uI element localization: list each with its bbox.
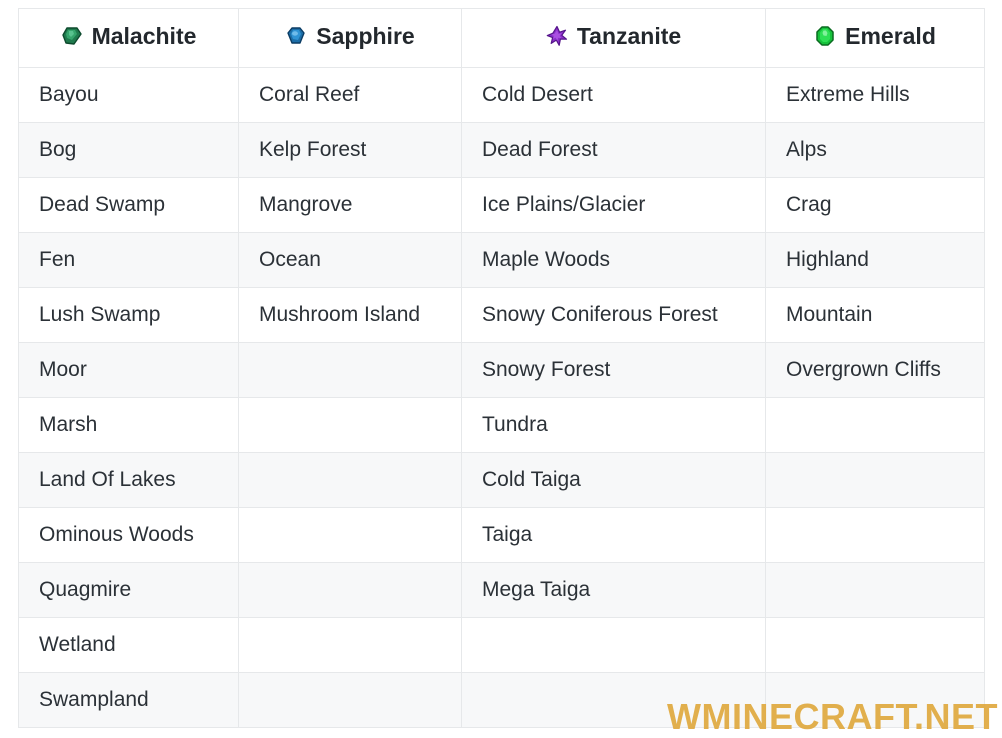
- table-cell: Alps: [765, 122, 985, 178]
- table-cell: [765, 507, 985, 563]
- table-row: Ominous Woods Taiga: [18, 507, 985, 563]
- table-cell: Snowy Coniferous Forest: [461, 287, 766, 343]
- table-header-row: Malachite Sapphire Tanzanite Emerald: [18, 8, 985, 68]
- table-row: Marsh Tundra: [18, 397, 985, 453]
- table-cell: Mega Taiga: [461, 562, 766, 618]
- column-header-label: Emerald: [845, 22, 936, 49]
- column-header-emerald[interactable]: Emerald: [765, 8, 985, 68]
- column-header-label: Malachite: [91, 22, 197, 49]
- table-cell: Crag: [765, 177, 985, 233]
- table-cell: [461, 617, 766, 673]
- biome-gem-table: Malachite Sapphire Tanzanite Emerald Bay…: [18, 8, 985, 728]
- table-cell: Fen: [18, 232, 239, 288]
- table-cell: [238, 507, 462, 563]
- table-body: Bayou Coral Reef Cold Desert Extreme Hil…: [18, 67, 985, 728]
- table-cell: [238, 342, 462, 398]
- table-cell: Ice Plains/Glacier: [461, 177, 766, 233]
- tanzanite-gem-icon: [546, 25, 568, 47]
- table-row: Bog Kelp Forest Dead Forest Alps: [18, 122, 985, 178]
- table-cell: [765, 452, 985, 508]
- table-cell: Maple Woods: [461, 232, 766, 288]
- emerald-gem-icon: [814, 25, 836, 47]
- table-cell: Land Of Lakes: [18, 452, 239, 508]
- table-cell: Lush Swamp: [18, 287, 239, 343]
- table-cell: [238, 672, 462, 728]
- column-header-label: Tanzanite: [576, 22, 682, 49]
- table-row: Land Of Lakes Cold Taiga: [18, 452, 985, 508]
- table-cell: [765, 562, 985, 618]
- table-cell: Extreme Hills: [765, 67, 985, 123]
- table-row: Moor Snowy Forest Overgrown Cliffs: [18, 342, 985, 398]
- table-row: Swampland: [18, 672, 985, 728]
- table-cell: [765, 397, 985, 453]
- table-cell: Quagmire: [18, 562, 239, 618]
- table-cell: Ominous Woods: [18, 507, 239, 563]
- table-cell: [238, 562, 462, 618]
- table-cell: Dead Swamp: [18, 177, 239, 233]
- table-cell: Highland: [765, 232, 985, 288]
- column-header-tanzanite[interactable]: Tanzanite: [461, 8, 766, 68]
- table-cell: Coral Reef: [238, 67, 462, 123]
- sapphire-gem-icon: [285, 25, 307, 47]
- table-row: Wetland: [18, 617, 985, 673]
- table-cell: Cold Taiga: [461, 452, 766, 508]
- table-cell: Dead Forest: [461, 122, 766, 178]
- table-cell: Kelp Forest: [238, 122, 462, 178]
- table-cell: Mushroom Island: [238, 287, 462, 343]
- table-cell: [238, 397, 462, 453]
- table-cell: Taiga: [461, 507, 766, 563]
- table-cell: [461, 672, 766, 728]
- table-row: Bayou Coral Reef Cold Desert Extreme Hil…: [18, 67, 985, 123]
- table-row: Fen Ocean Maple Woods Highland: [18, 232, 985, 288]
- table-cell: Swampland: [18, 672, 239, 728]
- table-cell: [765, 672, 985, 728]
- table-cell: [238, 452, 462, 508]
- table-cell: Moor: [18, 342, 239, 398]
- table-cell: Mountain: [765, 287, 985, 343]
- table-row: Quagmire Mega Taiga: [18, 562, 985, 618]
- table-cell: Snowy Forest: [461, 342, 766, 398]
- table-cell: Ocean: [238, 232, 462, 288]
- table-cell: Mangrove: [238, 177, 462, 233]
- table-cell: [238, 617, 462, 673]
- table-row: Lush Swamp Mushroom Island Snowy Conifer…: [18, 287, 985, 343]
- biome-gem-table-wrapper: Malachite Sapphire Tanzanite Emerald Bay…: [18, 8, 985, 728]
- table-cell: Cold Desert: [461, 67, 766, 123]
- table-cell: Bayou: [18, 67, 239, 123]
- table-row: Dead Swamp Mangrove Ice Plains/Glacier C…: [18, 177, 985, 233]
- table-cell: [765, 617, 985, 673]
- table-cell: Marsh: [18, 397, 239, 453]
- table-cell: Tundra: [461, 397, 766, 453]
- column-header-malachite[interactable]: Malachite: [18, 8, 239, 68]
- table-header: Malachite Sapphire Tanzanite Emerald: [18, 8, 985, 68]
- malachite-gem-icon: [61, 25, 83, 47]
- table-cell: Bog: [18, 122, 239, 178]
- table-cell: Wetland: [18, 617, 239, 673]
- column-header-sapphire[interactable]: Sapphire: [238, 8, 462, 68]
- table-cell: Overgrown Cliffs: [765, 342, 985, 398]
- column-header-label: Sapphire: [316, 22, 415, 49]
